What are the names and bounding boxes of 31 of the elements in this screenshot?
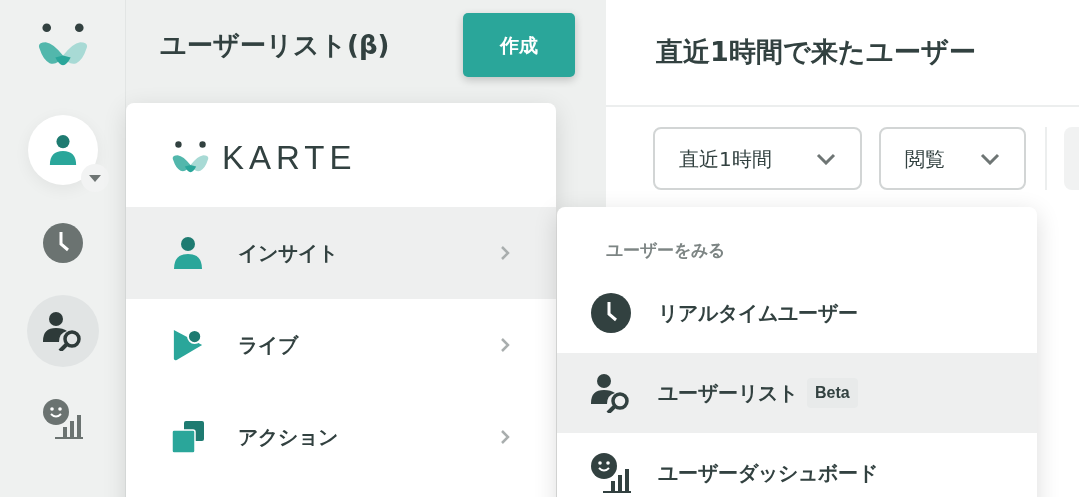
submenu-heading: ユーザーをみる xyxy=(606,238,725,262)
clock-icon xyxy=(42,223,83,263)
play-person-icon xyxy=(172,329,204,361)
user-search-icon xyxy=(42,311,83,351)
brand-name: KARTE xyxy=(222,138,357,179)
chevron-right-icon xyxy=(500,429,510,445)
chevron-down-icon xyxy=(816,152,836,165)
filter-dropdown[interactable]: 直近1時間 xyxy=(653,127,862,190)
chevron-right-icon xyxy=(500,337,510,353)
list-title: ユーザーリスト(β) xyxy=(160,28,390,62)
filter-dropdown[interactable]: 閲覧 xyxy=(879,127,1026,190)
smile-chart-icon xyxy=(42,399,83,439)
clock-icon xyxy=(591,293,631,333)
submenu-item[interactable]: ユーザーリスト Beta xyxy=(557,353,1037,433)
menu-item[interactable]: インサイト xyxy=(126,207,556,299)
menu-item[interactable]: アクション xyxy=(126,391,556,483)
chevron-right-icon xyxy=(500,245,510,261)
logo-icon xyxy=(172,141,209,175)
submenu-item[interactable]: ユーザーダッシュボード xyxy=(557,433,1037,497)
chevron-down-icon xyxy=(980,152,1000,165)
beta-tag: Beta xyxy=(807,378,858,408)
smile-chart-icon xyxy=(591,453,631,493)
stacked-squares-icon xyxy=(172,421,204,453)
menu-item[interactable]: ライブ xyxy=(126,299,556,391)
logo-icon xyxy=(37,22,88,68)
person-icon xyxy=(47,135,78,165)
user-search-icon xyxy=(591,373,631,413)
submenu-item[interactable]: リアルタイムユーザー xyxy=(557,273,1037,353)
caret-icon xyxy=(88,174,101,182)
person-icon xyxy=(172,237,204,269)
page-title: 直近1時間で来たユーザー xyxy=(656,35,976,70)
